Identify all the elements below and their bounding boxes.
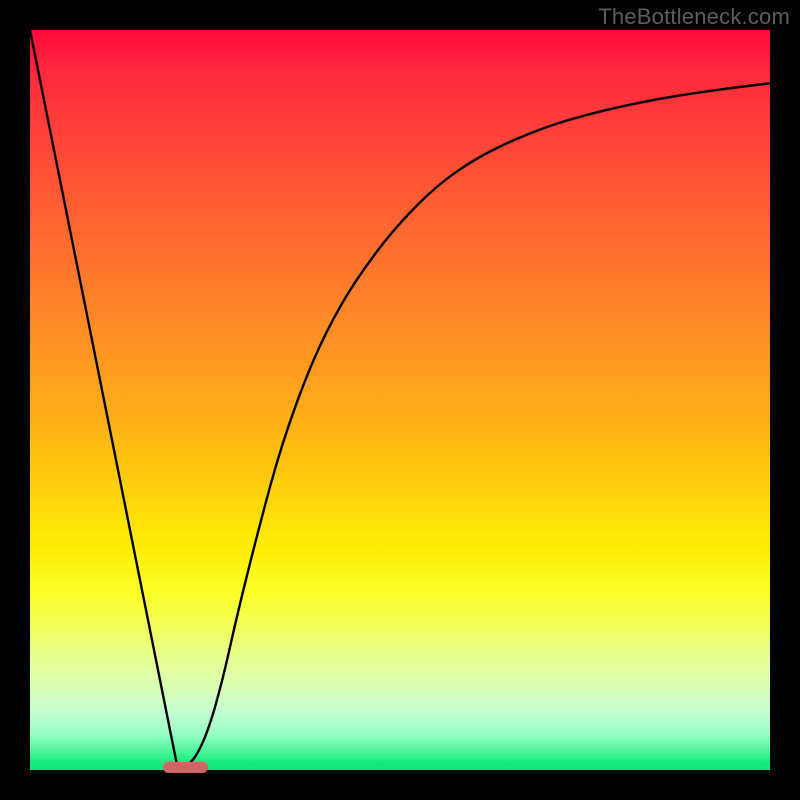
- chart-frame: TheBottleneck.com: [0, 0, 800, 800]
- plot-area: [30, 30, 770, 770]
- watermark-text: TheBottleneck.com: [598, 4, 790, 30]
- bottleneck-curve: [30, 30, 770, 770]
- optimal-marker: [163, 762, 207, 773]
